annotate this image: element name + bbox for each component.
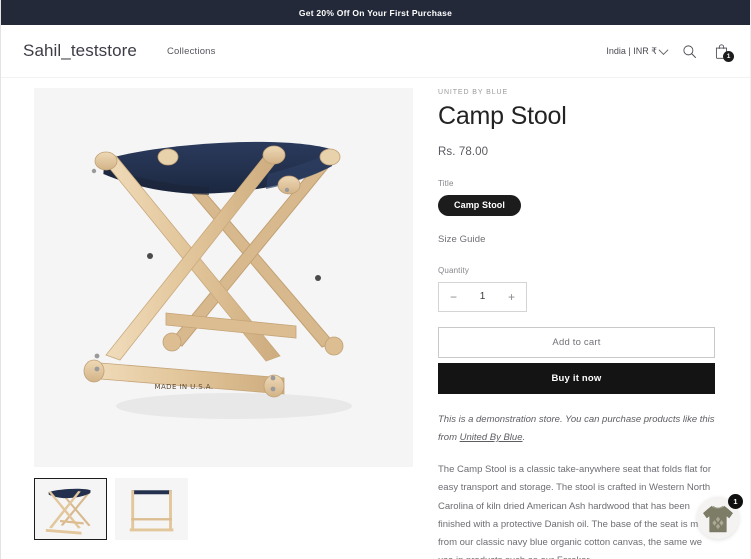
size-guide-link[interactable]: Size Guide [438, 234, 715, 245]
variant-option-label: Title [438, 178, 454, 188]
locale-selector[interactable]: India | INR ₹ [606, 44, 669, 57]
add-to-cart-button[interactable]: Add to cart [438, 326, 715, 358]
made-in-usa-stamp: MADE IN U.S.A. [155, 383, 214, 391]
quantity-section: Quantity − + [438, 266, 715, 312]
nav-item-collections[interactable]: Collections [167, 46, 216, 57]
main-navigation: Collections [167, 46, 216, 57]
store-logo[interactable]: Sahil_teststore [23, 41, 137, 61]
quantity-stepper: − + [438, 281, 527, 312]
search-icon [682, 44, 696, 58]
product-vendor: UNITED BY BLUE [438, 89, 509, 96]
thumbnail-image-0 [36, 479, 105, 539]
product-page: MADE IN U.S.A. UNITED BY BLUE Camp Stool… [1, 78, 750, 559]
quantity-increase-button[interactable]: + [497, 283, 526, 311]
cart-count-badge: 1 [723, 51, 734, 62]
quantity-decrease-button[interactable]: − [439, 283, 468, 311]
site-header: Sahil_teststore Collections India | INR … [1, 25, 750, 78]
locale-label: India | INR ₹ [606, 45, 657, 56]
quantity-label: Quantity [438, 265, 469, 275]
united-by-blue-link[interactable]: United By Blue [460, 432, 523, 443]
chevron-down-icon [658, 44, 669, 55]
announcement-text: Get 20% Off On Your First Purchase [298, 7, 453, 18]
camp-stool-illustration: MADE IN U.S.A. [34, 88, 413, 467]
floating-widget-badge: 1 [728, 494, 743, 509]
cart-button[interactable]: 1 [711, 41, 734, 62]
demo-note-suffix: . [522, 431, 526, 443]
demo-store-note: This is a demonstration store. You can p… [438, 411, 715, 447]
page-title: Camp Stool [438, 102, 567, 130]
variant-option-camp-stool[interactable]: Camp Stool [438, 194, 522, 216]
thumbnail-1[interactable] [115, 478, 188, 540]
product-gallery: MADE IN U.S.A. [34, 88, 413, 559]
header-actions: India | INR ₹ 1 [606, 41, 734, 62]
browser-viewport: Get 20% Off On Your First Purchase Sahil… [0, 0, 751, 559]
thumbnail-0[interactable] [34, 478, 107, 540]
thumbnail-image-1 [117, 479, 186, 539]
product-info: UNITED BY BLUE Camp Stool Rs. 78.00 Titl… [438, 88, 715, 559]
product-main-image[interactable]: MADE IN U.S.A. [34, 88, 413, 467]
product-description: The Camp Stool is a classic take-anywher… [438, 464, 714, 559]
buy-it-now-button[interactable]: Buy it now [438, 362, 715, 394]
search-button[interactable] [679, 41, 699, 61]
product-price: Rs. 78.00 [438, 145, 489, 158]
floating-product-widget[interactable]: 1 [697, 494, 743, 539]
thumbnail-list [34, 478, 413, 540]
quantity-input[interactable] [468, 291, 497, 303]
announcement-bar: Get 20% Off On Your First Purchase [1, 0, 750, 25]
